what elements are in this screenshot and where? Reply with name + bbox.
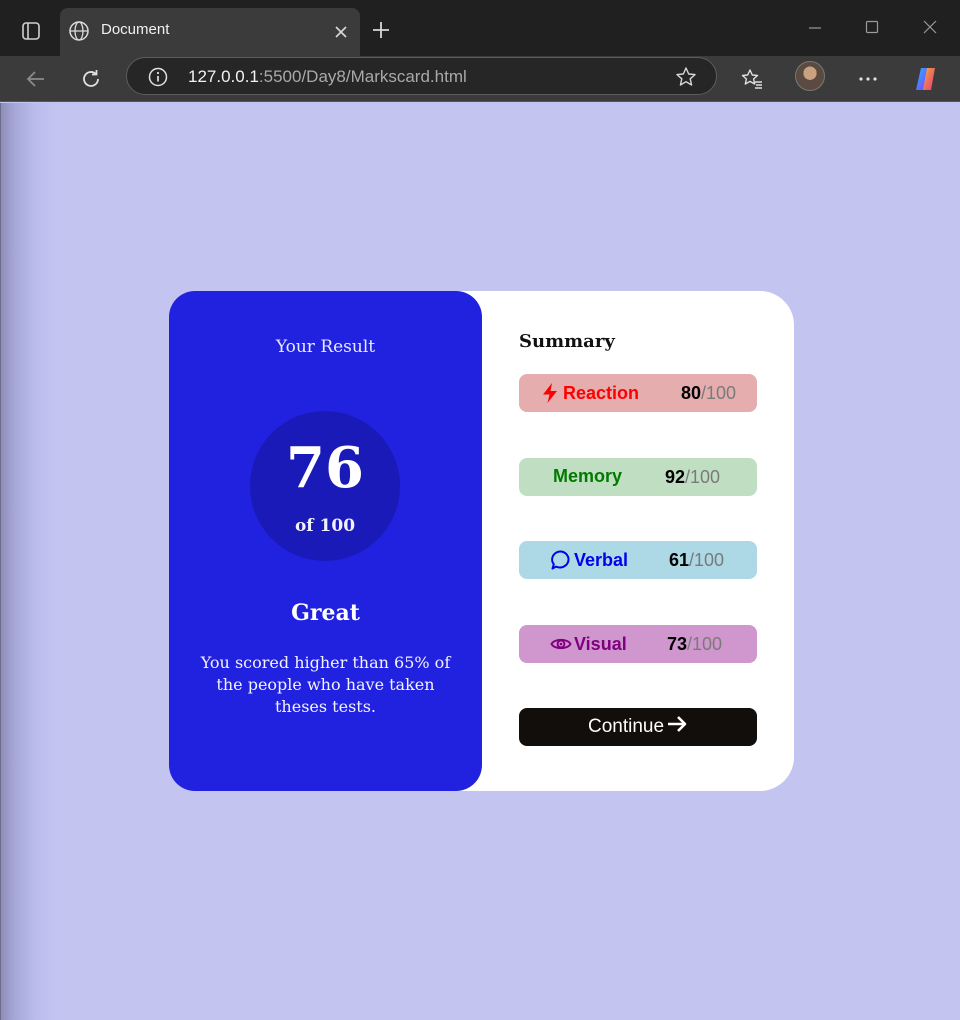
minimize-icon[interactable]	[800, 14, 830, 40]
maximize-icon[interactable]	[857, 14, 887, 40]
favorites-icon[interactable]	[735, 62, 769, 96]
summary-item-memory: Memory 92/100	[519, 458, 757, 496]
result-description: You scored higher than 65% of the people…	[200, 653, 451, 716]
tab-title: Document	[101, 21, 170, 38]
summary-item-verbal: Verbal 61/100	[519, 541, 757, 579]
stat-score-max: /100	[685, 467, 721, 487]
stat-name: Memory	[553, 466, 622, 487]
refresh-icon[interactable]	[74, 62, 108, 96]
stat-label: Verbal	[574, 549, 629, 570]
score-out-of: of 100	[294, 516, 356, 536]
browser-toolbar: 127.0.0.1:5500/Day8/Markscard.html	[0, 56, 960, 102]
info-icon[interactable]	[147, 66, 169, 88]
summary-item-reaction: Reaction 80/100	[519, 374, 757, 412]
stat-name: Verbal	[550, 549, 628, 571]
close-window-icon[interactable]	[915, 14, 945, 40]
page-viewport: Your Result 76 of 100 Great You scored h…	[0, 103, 960, 1020]
stat-label: Reaction	[563, 382, 640, 403]
summary-item-visual: Visual 73/100	[519, 625, 757, 663]
stat-score: 73/100	[667, 634, 722, 655]
back-arrow-icon[interactable]	[19, 62, 53, 96]
stat-score-value: 73	[667, 634, 688, 654]
summary-heading: Summary	[519, 331, 615, 352]
copilot-icon[interactable]	[909, 62, 943, 96]
lightning-icon	[539, 382, 561, 404]
url-text: 127.0.0.1:5500/Day8/Markscard.html	[188, 67, 467, 87]
tab-bar: Document	[0, 0, 960, 56]
stat-score: 61/100	[669, 550, 724, 571]
speech-bubble-icon	[550, 549, 572, 571]
continue-button[interactable]: Continue	[519, 708, 757, 746]
marks-card: Your Result 76 of 100 Great You scored h…	[169, 291, 794, 791]
new-tab-icon[interactable]	[369, 18, 393, 42]
stat-score-value: 61	[669, 550, 690, 570]
globe-icon	[68, 20, 90, 42]
url-host: 127.0.0.1	[188, 67, 259, 86]
result-panel: Your Result 76 of 100 Great You scored h…	[169, 291, 482, 791]
tab-actions-icon[interactable]	[18, 18, 44, 44]
stat-score: 80/100	[681, 383, 736, 404]
score-value: 76	[286, 435, 364, 501]
stat-score-max: /100	[687, 634, 723, 654]
browser-tab[interactable]: Document	[60, 8, 360, 56]
score-circle: 76 of 100	[250, 411, 400, 561]
address-bar[interactable]: 127.0.0.1:5500/Day8/Markscard.html	[126, 57, 717, 95]
stat-name: Visual	[550, 633, 627, 655]
stat-name: Reaction	[539, 382, 639, 404]
stat-score-value: 92	[665, 467, 686, 487]
eye-icon	[550, 633, 572, 655]
close-tab-icon[interactable]	[330, 21, 352, 43]
stat-score-value: 80	[681, 383, 702, 403]
rating-label: Great	[291, 600, 360, 626]
stat-label: Memory	[553, 466, 623, 486]
more-options-icon[interactable]	[851, 62, 885, 96]
continue-label: Continue	[587, 716, 665, 737]
url-path: :5500/Day8/Markscard.html	[258, 67, 467, 86]
stat-score: 92/100	[665, 467, 720, 488]
stat-score-max: /100	[689, 550, 725, 570]
result-heading: Your Result	[275, 337, 376, 357]
stat-score-max: /100	[701, 383, 737, 403]
stat-label: Visual	[574, 633, 627, 654]
arrow-right-icon	[666, 714, 688, 740]
favorite-star-icon[interactable]	[674, 65, 698, 89]
profile-avatar[interactable]	[795, 61, 825, 91]
